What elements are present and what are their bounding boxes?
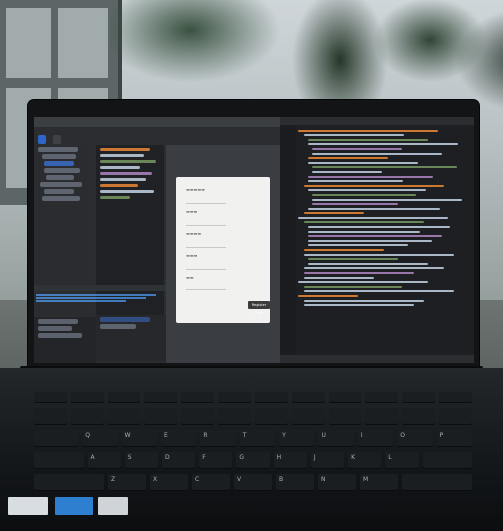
ide-tabstrip <box>38 129 276 144</box>
key[interactable]: H <box>273 452 307 469</box>
form-designer: ▬▬▬▬▬ ▬▬▬ ▬▬▬▬ ▬▬▬ ▬▬ Register User <box>166 145 280 363</box>
key[interactable]: O <box>397 430 433 447</box>
function-row <box>34 392 472 403</box>
editor-code <box>298 127 470 309</box>
sticker-right <box>98 497 128 515</box>
key[interactable]: K <box>348 452 382 469</box>
sticker-left <box>8 497 48 515</box>
form-preview: ▬▬▬▬▬ ▬▬▬ ▬▬▬▬ ▬▬▬ ▬▬ Register User <box>176 177 270 323</box>
key[interactable]: R <box>200 430 236 447</box>
code-editor <box>280 117 474 363</box>
key[interactable]: W <box>121 430 157 447</box>
photo-scene: ▬▬▬▬▬ ▬▬▬ ▬▬▬▬ ▬▬▬ ▬▬ Register User Q W … <box>0 0 503 531</box>
key[interactable]: T <box>239 430 276 447</box>
top-letter-row: Q W E R T Y U I O P <box>34 430 472 447</box>
laptop-screen: ▬▬▬▬▬ ▬▬▬ ▬▬▬▬ ▬▬▬ ▬▬ Register User <box>34 117 474 363</box>
editor-statusbar <box>280 355 474 363</box>
console-output <box>36 293 164 303</box>
key[interactable]: B <box>276 474 314 491</box>
ide-tab[interactable] <box>53 135 62 144</box>
ide-titlebar <box>34 117 280 127</box>
sticker-middle <box>55 497 93 515</box>
properties-panel <box>96 315 166 361</box>
key[interactable]: N <box>318 474 356 491</box>
key[interactable]: J <box>310 452 345 469</box>
key[interactable]: D <box>161 452 196 469</box>
key[interactable]: F <box>199 452 233 469</box>
ide-tab[interactable] <box>38 135 46 144</box>
key[interactable]: Z <box>108 474 146 491</box>
middle-letter-row: A S D F G H J K L <box>34 452 473 469</box>
key[interactable]: C <box>192 474 230 491</box>
key[interactable]: P <box>436 430 472 447</box>
key[interactable]: A <box>87 452 121 469</box>
line-gutter <box>280 125 296 355</box>
key[interactable]: S <box>124 452 158 469</box>
key[interactable]: V <box>234 474 272 491</box>
register-button[interactable]: Register User <box>248 301 270 315</box>
key[interactable]: I <box>357 430 394 447</box>
editor-titlebar <box>280 117 474 125</box>
bottom-letter-row: Z X C V B N M <box>34 474 472 491</box>
structure-panel <box>34 317 96 363</box>
number-row <box>34 408 472 425</box>
console-header <box>34 285 166 291</box>
keyboard: Q W E R T Y U I O P A S D F G H J K L Z <box>34 392 473 504</box>
key[interactable]: Q <box>82 430 118 447</box>
key[interactable]: M <box>360 474 398 491</box>
key[interactable]: U <box>318 430 354 447</box>
key[interactable]: G <box>236 452 270 469</box>
ide-window: ▬▬▬▬▬ ▬▬▬ ▬▬▬▬ ▬▬▬ ▬▬ Register User <box>34 117 280 363</box>
key[interactable]: Y <box>279 430 315 447</box>
key[interactable]: X <box>150 474 188 491</box>
key[interactable]: L <box>385 452 419 469</box>
key[interactable]: E <box>160 430 197 447</box>
